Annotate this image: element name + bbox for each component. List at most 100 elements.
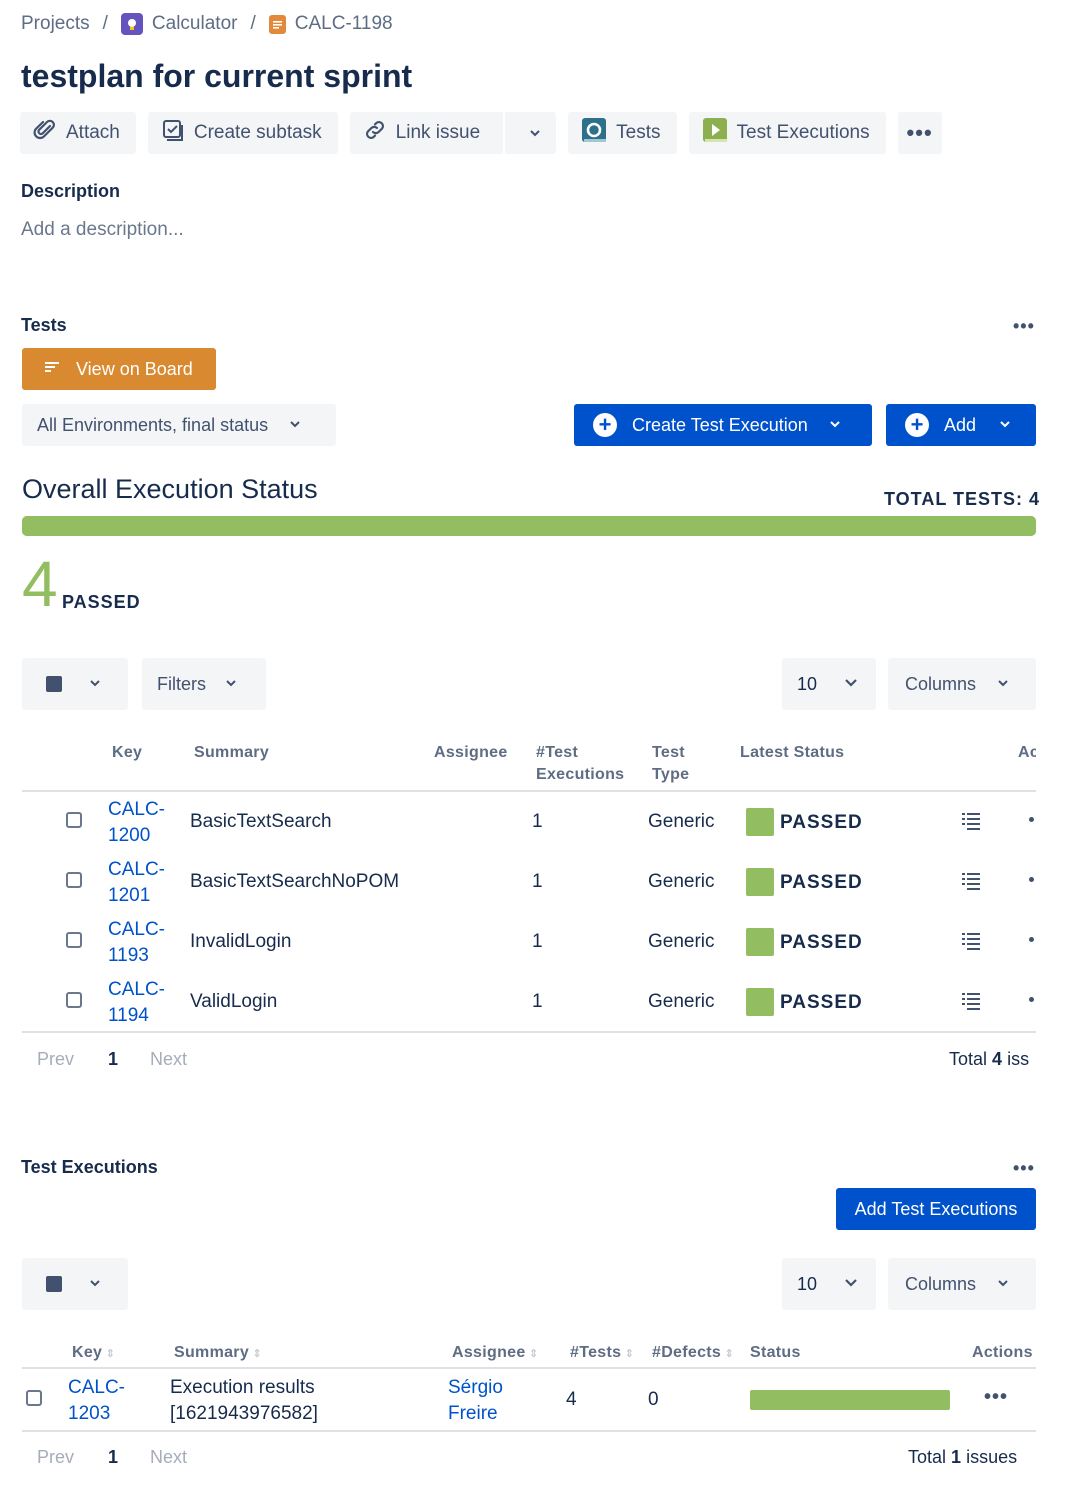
more-actions-button[interactable]: •••: [897, 112, 942, 154]
status-color-swatch: [746, 808, 774, 836]
test-key-link[interactable]: CALC- 1194: [108, 977, 165, 1029]
assignee-link[interactable]: Sérgio Freire: [448, 1375, 503, 1427]
column-header-tests[interactable]: #Tests ⇕: [570, 1342, 634, 1365]
total-issues-label: Total 4 iss: [949, 1049, 1036, 1070]
next-page-button[interactable]: Next: [150, 1049, 187, 1070]
attach-button[interactable]: Attach: [20, 112, 136, 154]
link-icon: [363, 118, 387, 148]
column-header-test-executions[interactable]: #Test Executions: [536, 742, 624, 786]
test-key-link[interactable]: CALC- 1201: [108, 857, 165, 909]
project-avatar-icon: [120, 13, 143, 35]
test-runs-list-icon[interactable]: [962, 812, 980, 835]
chevron-down-icon: [843, 1274, 859, 1295]
execution-key-link[interactable]: CALC- 1203: [68, 1375, 125, 1427]
create-test-execution-label: Create Test Execution: [632, 414, 808, 435]
table-header-divider: [22, 790, 1036, 792]
add-circle-icon: +: [905, 413, 929, 437]
sort-icon: ⇕: [249, 1348, 262, 1360]
create-subtask-button[interactable]: Create subtask: [147, 112, 338, 154]
bulk-select-dropdown[interactable]: [22, 658, 128, 710]
column-header-actions[interactable]: Ac: [1018, 742, 1036, 764]
tests-label: Tests: [616, 122, 661, 143]
page-title[interactable]: testplan for current sprint: [21, 58, 412, 95]
prev-page-button[interactable]: Prev: [37, 1049, 74, 1070]
column-header-key[interactable]: Key ⇕: [72, 1342, 115, 1365]
test-key-link[interactable]: CALC- 1193: [108, 917, 165, 969]
overall-status-title: Overall Execution Status: [22, 474, 318, 504]
row-actions-icon[interactable]: •••: [984, 1386, 1008, 1409]
column-header-latest-status[interactable]: Latest Status: [740, 742, 844, 764]
filters-label: Filters: [157, 673, 206, 694]
tests-more-icon[interactable]: •••: [1013, 316, 1035, 337]
prev-page-button[interactable]: Prev: [37, 1447, 74, 1468]
test-summary: ValidLogin: [190, 991, 278, 1012]
current-page-button[interactable]: 1: [108, 1447, 118, 1468]
description-input[interactable]: Add a description...: [21, 219, 184, 241]
current-page-button[interactable]: 1: [108, 1049, 118, 1070]
add-test-executions-button[interactable]: Add Test Executions: [836, 1188, 1036, 1230]
key-line: CALC-: [108, 799, 166, 820]
test-key-link[interactable]: CALC- 1200: [108, 797, 165, 849]
tests-count: 4: [566, 1389, 577, 1410]
next-page-button[interactable]: Next: [150, 1447, 187, 1468]
columns-dropdown[interactable]: Columns: [888, 658, 1036, 710]
row-checkbox[interactable]: [66, 992, 82, 1008]
passed-count: 4: [22, 548, 58, 620]
status-badge: PASSED: [780, 812, 863, 833]
breadcrumb-projects[interactable]: Projects: [21, 13, 90, 35]
breadcrumb-project[interactable]: Calculator: [120, 13, 237, 35]
page-size-select[interactable]: 10: [782, 658, 876, 710]
table-footer-divider: [22, 1430, 1036, 1432]
row-checkbox[interactable]: [66, 872, 82, 888]
row-checkbox[interactable]: [66, 932, 82, 948]
add-tests-button[interactable]: + Add: [886, 404, 1036, 446]
test-runs-list-icon[interactable]: [962, 872, 980, 895]
test-executions-more-icon[interactable]: •••: [1013, 1158, 1035, 1179]
column-header-defects[interactable]: #Defects ⇕: [652, 1342, 734, 1365]
column-header-summary[interactable]: Summary ⇕: [174, 1342, 262, 1365]
key-line: CALC-: [68, 1377, 126, 1398]
add-label: Add: [944, 414, 977, 435]
breadcrumb-issue[interactable]: CALC-1198: [268, 13, 393, 35]
total-tests-label: TOTAL TESTS: 4: [884, 489, 1041, 509]
overall-status-bar: [22, 516, 1036, 536]
row-actions-icon[interactable]: [1029, 937, 1034, 942]
sort-icon: ⇕: [525, 1348, 539, 1360]
bulk-select-dropdown[interactable]: [22, 1258, 128, 1310]
columns-dropdown[interactable]: Columns: [888, 1258, 1036, 1310]
column-header-assignee[interactable]: Assignee ⇕: [452, 1342, 538, 1365]
test-runs-list-icon[interactable]: [962, 992, 980, 1015]
test-runs-list-icon[interactable]: [962, 932, 980, 955]
test-type: Generic: [648, 991, 715, 1012]
row-checkbox[interactable]: [26, 1390, 42, 1406]
column-header-status[interactable]: Status: [750, 1342, 801, 1364]
column-header-summary[interactable]: Summary: [194, 742, 269, 764]
test-executions-button[interactable]: Test Executions: [688, 112, 886, 154]
test-type: Generic: [648, 931, 715, 952]
page-size-value: 10: [797, 673, 818, 694]
column-header-test-type[interactable]: Test Type: [652, 742, 689, 786]
test-summary: BasicTextSearch: [190, 811, 332, 832]
environment-filter-dropdown[interactable]: All Environments, final status: [22, 404, 336, 446]
execution-status-bar: [750, 1390, 950, 1410]
checkbox-icon: [46, 676, 62, 692]
link-issue-button[interactable]: Link issue: [349, 112, 557, 154]
column-header-key[interactable]: Key: [112, 742, 142, 764]
link-issue-chevron-down-icon[interactable]: [514, 126, 556, 140]
tests-button[interactable]: Tests: [568, 112, 677, 154]
row-checkbox[interactable]: [66, 812, 82, 828]
more-icon: •••: [906, 120, 933, 145]
column-header-assignee[interactable]: Assignee: [434, 742, 508, 764]
sort-icon: ⇕: [721, 1348, 734, 1360]
key-line: CALC-: [108, 979, 166, 1000]
view-on-board-button[interactable]: View on Board: [22, 348, 216, 390]
row-actions-icon[interactable]: [1029, 877, 1034, 882]
filters-dropdown[interactable]: Filters: [142, 658, 266, 710]
row-actions-icon[interactable]: [1029, 997, 1034, 1002]
page-size-value: 10: [797, 1273, 818, 1294]
row-actions-icon[interactable]: [1029, 817, 1034, 822]
page-size-select[interactable]: 10: [782, 1258, 876, 1310]
columns-label: Columns: [905, 1273, 977, 1294]
chevron-down-icon: [88, 1274, 102, 1295]
create-test-execution-button[interactable]: + Create Test Execution: [574, 404, 872, 446]
